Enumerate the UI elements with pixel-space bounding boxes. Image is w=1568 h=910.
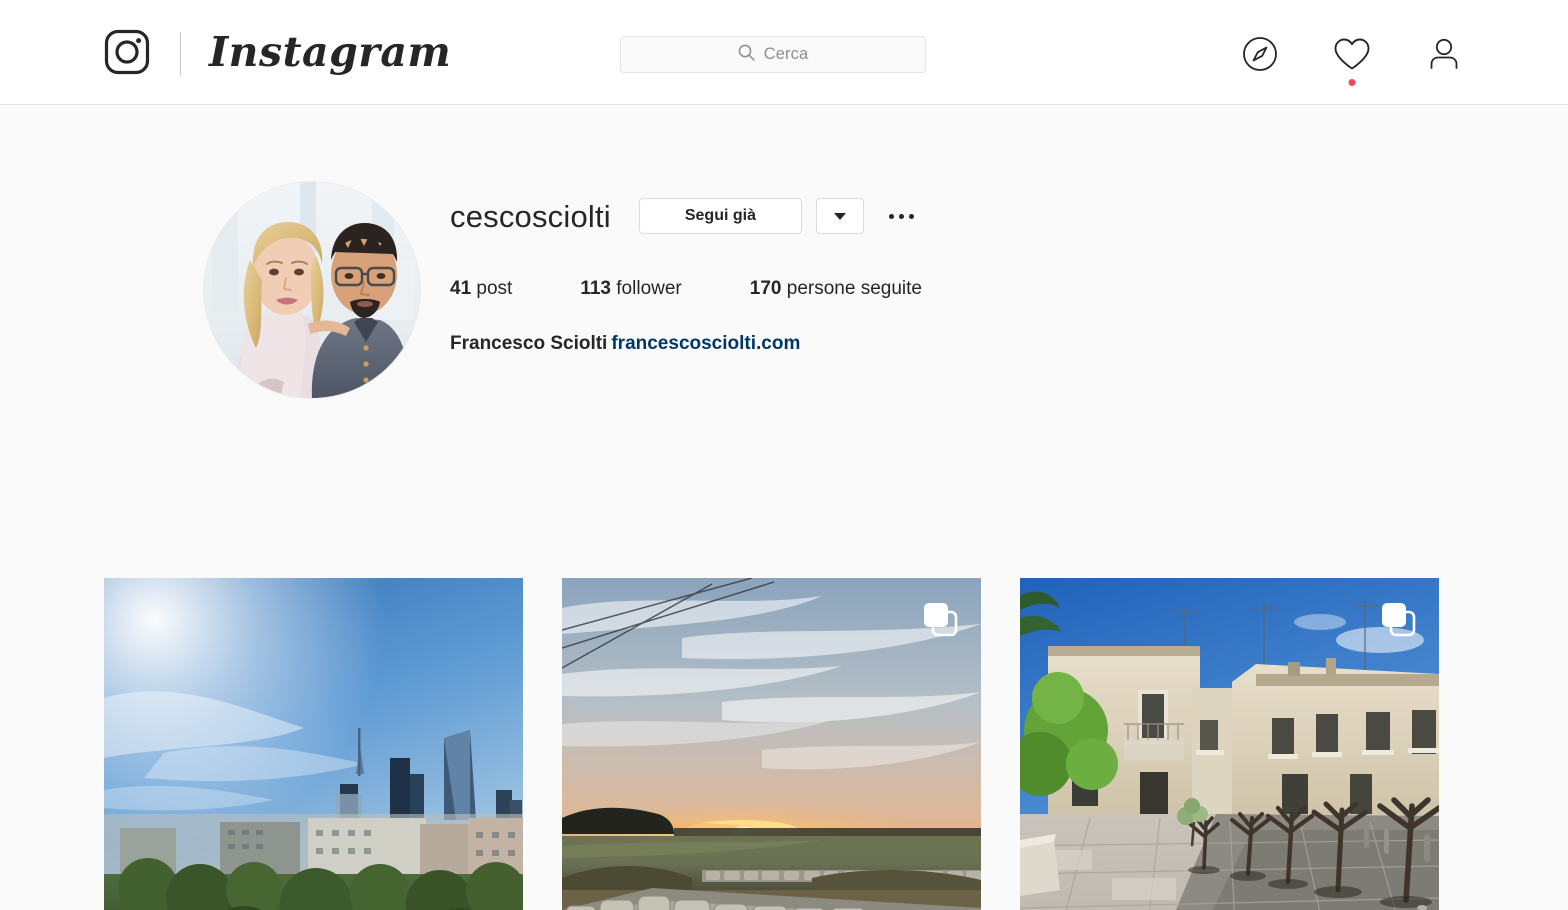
search-input[interactable]: Cerca: [620, 36, 926, 73]
post-tile[interactable]: [1020, 578, 1439, 910]
stat-followers[interactable]: 113 follower: [580, 278, 681, 300]
follow-button[interactable]: Segui già: [638, 198, 802, 234]
stat-following[interactable]: 170 persone seguite: [750, 278, 922, 300]
activity-notification-dot: [1348, 79, 1356, 86]
stat-posts[interactable]: 41 post: [450, 278, 512, 300]
website-link[interactable]: francescosciolti.com: [611, 333, 800, 354]
search-icon: [738, 44, 755, 66]
brand-divider: [180, 32, 181, 76]
profile-header: cescosciolti Segui già 41 post 113 follo…: [0, 182, 1568, 398]
instagram-camera-icon[interactable]: [104, 29, 150, 80]
app-header: Instagram Cerca: [0, 0, 1568, 105]
avatar-column: [104, 182, 450, 398]
person-icon: [1426, 36, 1462, 77]
explore-button[interactable]: [1240, 34, 1280, 78]
instagram-wordmark[interactable]: Instagram: [209, 31, 451, 77]
page-title: cescosciolti: [450, 198, 611, 234]
avatar[interactable]: [204, 182, 420, 398]
profile-info: cescosciolti Segui già 41 post 113 follo…: [450, 182, 1568, 398]
heart-icon: [1333, 37, 1371, 76]
compass-icon: [1242, 36, 1278, 77]
activity-button[interactable]: [1332, 34, 1372, 86]
profile-title-row: cescosciolti Segui già: [450, 193, 1568, 239]
search-placeholder: Cerca: [763, 45, 809, 63]
profile-container: cescosciolti Segui già 41 post 113 follo…: [0, 105, 1568, 910]
post-tile[interactable]: [104, 578, 523, 910]
post-tile[interactable]: [562, 578, 981, 910]
profile-stats: 41 post 113 follower 170 persone seguite: [450, 278, 1568, 300]
instagram-brand[interactable]: Instagram: [104, 28, 451, 80]
profile-bio: Francesco Sciolti francescosciolti.com: [450, 333, 1568, 355]
profile-button[interactable]: [1424, 34, 1464, 78]
full-name: Francesco Sciolti: [450, 333, 608, 354]
header-nav: [1240, 30, 1464, 86]
posts-grid: [104, 578, 1440, 910]
follow-options-dropdown[interactable]: [815, 198, 864, 234]
chevron-down-icon: [833, 212, 846, 220]
more-options-icon[interactable]: [882, 198, 922, 234]
